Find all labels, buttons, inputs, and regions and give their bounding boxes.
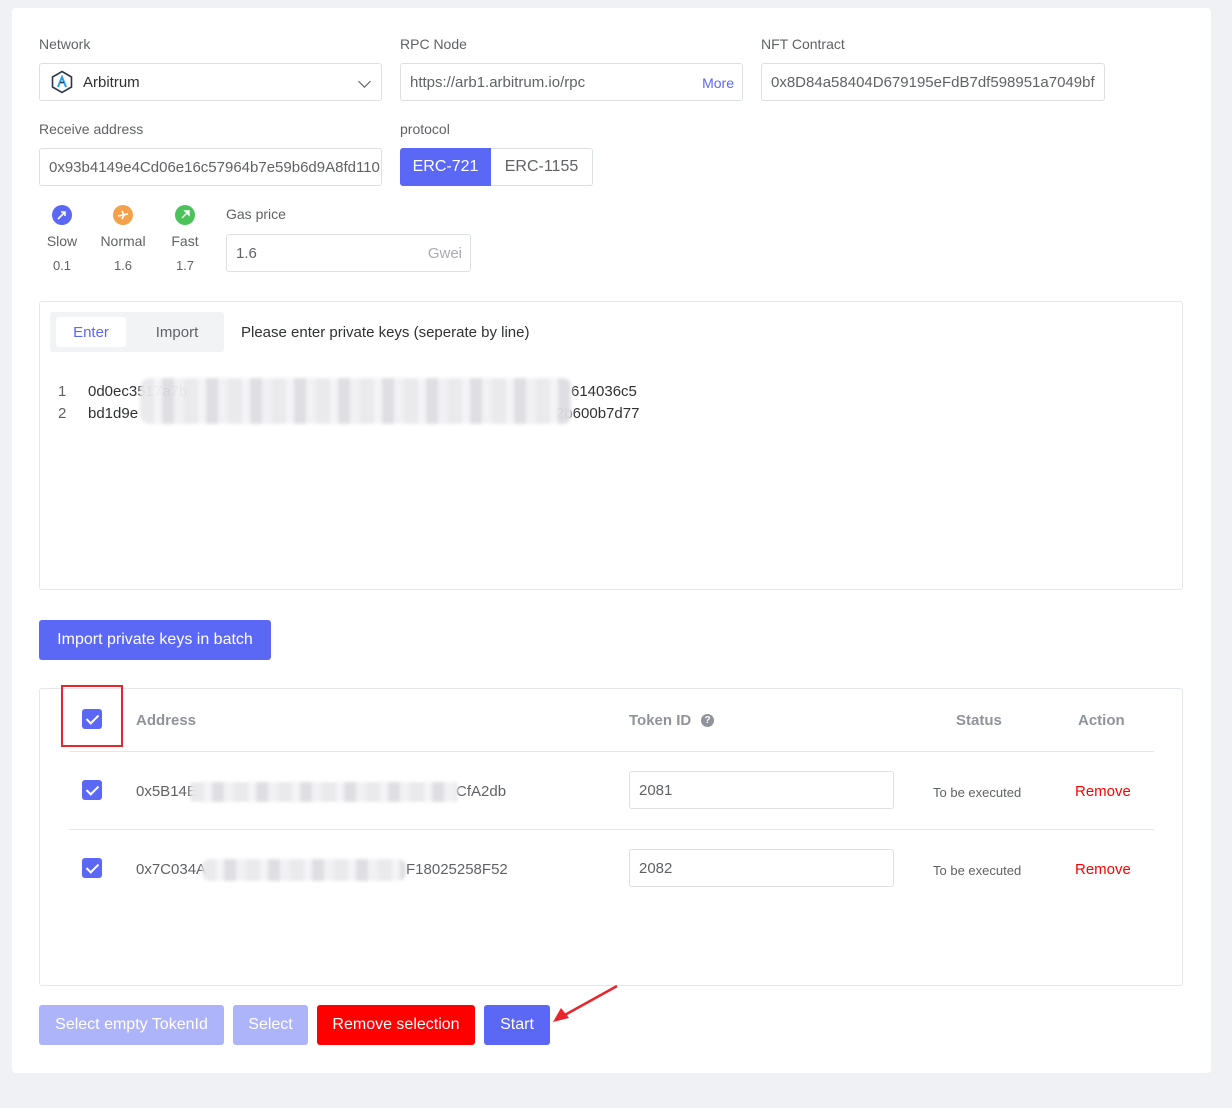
- tab-import[interactable]: Import: [142, 317, 212, 347]
- gas-fast-value: 1.7: [175, 258, 195, 273]
- network-label: Network: [39, 36, 91, 52]
- gas-slow-label: Slow: [46, 233, 78, 249]
- row-1-remove-link[interactable]: Remove: [1075, 783, 1131, 800]
- row-2-address-end: F18025258F52: [406, 861, 508, 878]
- receive-value: 0x93b4149e4Cd06e16c57964b7e59b6d9A8fd110: [49, 158, 380, 176]
- protocol-erc721[interactable]: ERC-721: [400, 148, 491, 186]
- keys-textarea[interactable]: [40, 362, 1182, 589]
- rpc-value: https://arb1.arbitrum.io/rpc: [410, 73, 586, 91]
- rocket-icon[interactable]: [175, 205, 195, 225]
- network-value: Arbitrum: [83, 73, 140, 91]
- remove-selection-button[interactable]: Remove selection: [317, 1005, 475, 1045]
- select-empty-tokenid-button[interactable]: Select empty TokenId: [39, 1005, 224, 1045]
- row-checkbox-1[interactable]: [82, 780, 102, 800]
- keys-hint: Please enter private keys (seperate by l…: [241, 324, 530, 341]
- gas-price-value: 1.6: [236, 244, 257, 262]
- slow-icon[interactable]: [52, 205, 72, 225]
- rpc-more-link[interactable]: More: [702, 75, 734, 91]
- address-blur-2: [202, 859, 406, 881]
- row-1-token-input[interactable]: 2081: [629, 771, 894, 809]
- row-1-token-value: 2081: [639, 781, 673, 799]
- arbitrum-logo-icon: [50, 70, 74, 94]
- contract-label: NFT Contract: [761, 36, 845, 52]
- plane-icon[interactable]: [113, 205, 133, 225]
- row-divider: [69, 829, 1154, 830]
- gas-price-input[interactable]: 1.6 Gwei: [226, 234, 471, 272]
- row-2-token-value: 2082: [639, 859, 673, 877]
- row-1-address-start: 0x5B14E: [136, 783, 197, 800]
- annotation-highlight-box: [61, 685, 123, 747]
- select-button[interactable]: Select: [233, 1005, 308, 1045]
- import-keys-button[interactable]: Import private keys in batch: [39, 620, 271, 660]
- header-address: Address: [136, 712, 197, 729]
- network-select[interactable]: Arbitrum: [39, 63, 382, 101]
- gas-normal-label: Normal: [100, 233, 146, 249]
- private-keys-panel: Enter Import Please enter private keys (…: [39, 301, 1183, 590]
- row-1-status: To be executed: [933, 785, 1022, 800]
- annotation-arrow-icon: [553, 984, 618, 1022]
- row-1-address-end: CfA2db: [456, 783, 507, 800]
- main-card: Network Arbitrum RPC Node https://arb1.a…: [12, 8, 1211, 1073]
- gas-slow-value: 0.1: [52, 258, 72, 273]
- receive-input[interactable]: 0x93b4149e4Cd06e16c57964b7e59b6d9A8fd110: [39, 148, 382, 186]
- row-2-token-input[interactable]: 2082: [629, 849, 894, 887]
- row-2-status: To be executed: [933, 863, 1022, 878]
- row-checkbox-2[interactable]: [82, 858, 102, 878]
- protocol-label: protocol: [400, 121, 450, 137]
- chevron-down-icon: [358, 75, 371, 88]
- protocol-erc1155[interactable]: ERC-1155: [491, 148, 593, 186]
- contract-input[interactable]: 0x8D84a58404D679195eFdB7df598951a7049bf: [761, 63, 1105, 101]
- receive-label: Receive address: [39, 121, 144, 137]
- address-blur-1: [190, 782, 458, 802]
- gas-price-label: Gas price: [226, 206, 286, 222]
- row-2-address-start: 0x7C034A: [136, 861, 207, 878]
- gas-fast-label: Fast: [171, 233, 199, 249]
- header-status: Status: [956, 712, 1002, 729]
- rpc-input[interactable]: https://arb1.arbitrum.io/rpc More: [400, 63, 743, 101]
- tab-enter[interactable]: Enter: [56, 317, 126, 347]
- row-2-remove-link[interactable]: Remove: [1075, 861, 1131, 878]
- help-icon[interactable]: ?: [701, 714, 714, 727]
- header-token-id: Token ID: [629, 712, 692, 729]
- wallet-table: Address Token ID ? Status Action 0x5B14E…: [39, 685, 1183, 986]
- gas-normal-value: 1.6: [113, 258, 133, 273]
- header-divider: [69, 751, 1154, 752]
- contract-value: 0x8D84a58404D679195eFdB7df598951a7049bf: [771, 73, 1095, 91]
- rpc-label: RPC Node: [400, 36, 467, 52]
- header-action: Action: [1078, 712, 1125, 729]
- gas-unit: Gwei: [427, 245, 462, 262]
